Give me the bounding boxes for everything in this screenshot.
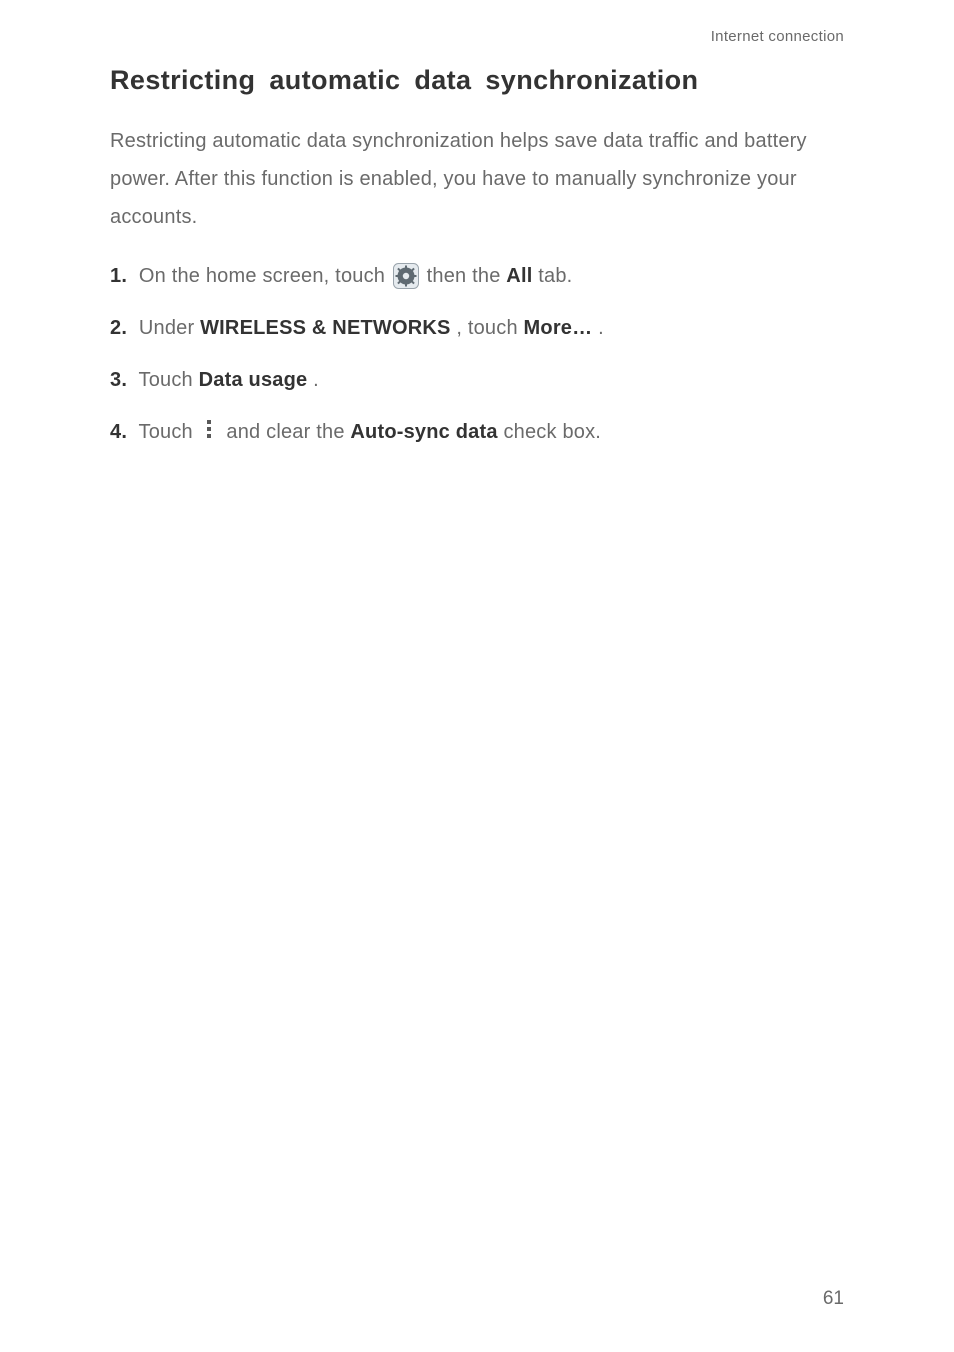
step-text: Touch xyxy=(139,421,199,443)
bold-label: Auto-sync data xyxy=(350,421,497,443)
step-2: 2. Under WIRELESS & NETWORKS , touch Mor… xyxy=(110,312,844,344)
step-text: Under xyxy=(139,317,200,339)
header-breadcrumb: Internet connection xyxy=(110,0,844,45)
bold-label: Data usage xyxy=(199,369,308,391)
section-heading: Restricting automatic data synchronizati… xyxy=(110,65,844,96)
settings-icon xyxy=(393,263,419,289)
step-text: . xyxy=(598,317,604,339)
steps-list: 1. On the home screen, touch xyxy=(110,260,844,448)
step-text: . xyxy=(313,369,319,391)
step-number: 2. xyxy=(110,317,127,339)
bold-label: All xyxy=(506,265,532,287)
page-number: 61 xyxy=(823,1288,844,1310)
step-text: , touch xyxy=(456,317,523,339)
bold-label: WIRELESS & NETWORKS xyxy=(200,317,450,339)
step-number: 3. xyxy=(110,369,127,391)
page: Internet connection Restricting automati… xyxy=(0,0,954,1352)
step-3: 3. Touch Data usage . xyxy=(110,364,844,396)
step-text: tab. xyxy=(538,265,572,287)
step-text: Touch xyxy=(139,369,199,391)
intro-paragraph: Restricting automatic data synchronizati… xyxy=(110,122,844,236)
step-text: check box. xyxy=(503,421,601,443)
step-text: then the xyxy=(427,265,507,287)
step-1: 1. On the home screen, touch xyxy=(110,260,844,292)
step-text: On the home screen, touch xyxy=(139,265,391,287)
step-number: 4. xyxy=(110,421,127,443)
overflow-more-icon xyxy=(203,420,215,441)
step-number: 1. xyxy=(110,265,127,287)
bold-label: More… xyxy=(524,317,593,339)
step-4: 4. Touch and clear the Auto-sync data ch… xyxy=(110,416,844,448)
step-text: and clear the xyxy=(226,421,350,443)
